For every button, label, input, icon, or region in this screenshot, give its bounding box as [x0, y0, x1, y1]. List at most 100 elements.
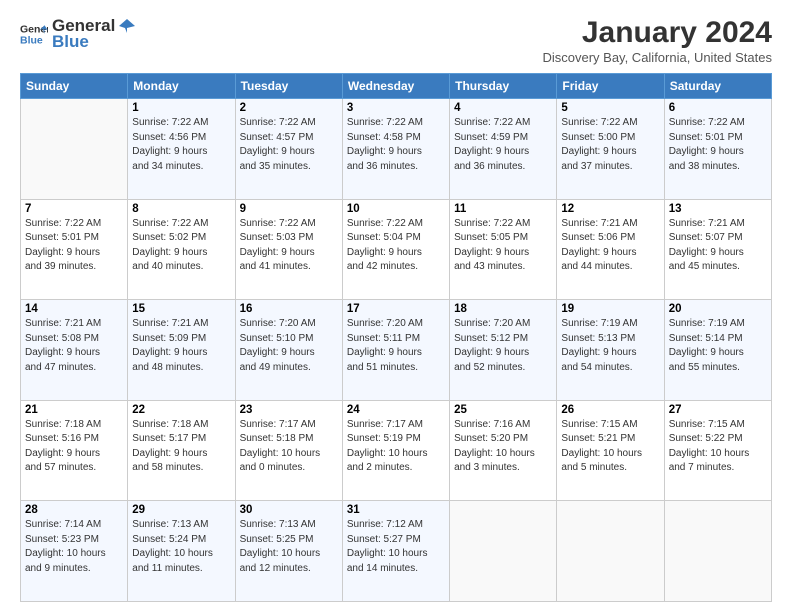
day-info: Sunrise: 7:22 AM Sunset: 4:58 PM Dayligh…	[347, 116, 445, 174]
calendar-cell: 26Sunrise: 7:15 AM Sunset: 5:21 PM Dayli…	[557, 400, 664, 501]
calendar-week-4: 21Sunrise: 7:18 AM Sunset: 5:16 PM Dayli…	[21, 400, 772, 501]
day-number: 2	[240, 102, 338, 114]
calendar-table: SundayMondayTuesdayWednesdayThursdayFrid…	[20, 73, 772, 602]
main-title: January 2024	[542, 16, 772, 50]
day-info: Sunrise: 7:19 AM Sunset: 5:14 PM Dayligh…	[669, 317, 767, 375]
day-number: 28	[25, 504, 123, 516]
calendar-weekday-saturday: Saturday	[664, 74, 771, 99]
calendar-cell: 15 Sunrise: 7:21 AM Sunset: 5:09 PM Dayli…	[128, 300, 235, 401]
calendar-cell: 28 Sunrise: 7:14 AM Sunset: 5:23 PM Dayli…	[21, 501, 128, 602]
day-number: 27	[669, 404, 767, 416]
calendar-week-3: 14 Sunrise: 7:21 AM Sunset: 5:08 PM Dayli…	[21, 300, 772, 401]
day-number: 8	[132, 203, 230, 215]
calendar-week-1: 1 Sunrise: 7:22 AM Sunset: 4:56 PM Daylig…	[21, 99, 772, 200]
calendar-cell: 16Sunrise: 7:20 AM Sunset: 5:10 PM Dayli…	[235, 300, 342, 401]
day-info: Sunrise: 7:22 AM Sunset: 5:01 PM Dayligh…	[669, 116, 767, 174]
day-number: 24	[347, 404, 445, 416]
page: General Blue General Blue January 2024 D…	[0, 0, 792, 612]
calendar-cell: 24 Sunrise: 7:17 AM Sunset: 5:19 PM Dayli…	[342, 400, 449, 501]
svg-text:Blue: Blue	[20, 35, 43, 47]
calendar-cell: 18 Sunrise: 7:20 AM Sunset: 5:12 PM Dayli…	[450, 300, 557, 401]
calendar-cell: 29Sunrise: 7:13 AM Sunset: 5:24 PM Dayli…	[128, 501, 235, 602]
calendar-weekday-monday: Monday	[128, 74, 235, 99]
calendar-cell: 19 Sunrise: 7:19 AM Sunset: 5:13 PM Dayli…	[557, 300, 664, 401]
day-number: 7	[25, 203, 123, 215]
day-number: 20	[669, 303, 767, 315]
calendar-cell: 30Sunrise: 7:13 AM Sunset: 5:25 PM Dayli…	[235, 501, 342, 602]
logo: General Blue General Blue	[20, 16, 135, 52]
day-info: Sunrise: 7:13 AM Sunset: 5:24 PM Dayligh…	[132, 518, 230, 576]
calendar-week-5: 28 Sunrise: 7:14 AM Sunset: 5:23 PM Dayli…	[21, 501, 772, 602]
day-info: Sunrise: 7:19 AM Sunset: 5:13 PM Dayligh…	[561, 317, 659, 375]
day-info: Sunrise: 7:21 AM Sunset: 5:09 PM Dayligh…	[132, 317, 230, 375]
day-info: Sunrise: 7:20 AM Sunset: 5:10 PM Dayligh…	[240, 317, 338, 375]
day-info: Sunrise: 7:17 AM Sunset: 5:19 PM Dayligh…	[347, 418, 445, 476]
day-number: 31	[347, 504, 445, 516]
day-number: 4	[454, 102, 552, 114]
calendar-cell: 31 Sunrise: 7:12 AM Sunset: 5:27 PM Dayli…	[342, 501, 449, 602]
day-number: 12	[561, 203, 659, 215]
day-info: Sunrise: 7:22 AM Sunset: 5:00 PM Dayligh…	[561, 116, 659, 174]
day-number: 10	[347, 203, 445, 215]
calendar-cell: 10 Sunrise: 7:22 AM Sunset: 5:04 PM Dayli…	[342, 199, 449, 300]
calendar-cell: 14 Sunrise: 7:21 AM Sunset: 5:08 PM Dayli…	[21, 300, 128, 401]
logo-icon: General Blue	[20, 20, 48, 48]
day-info: Sunrise: 7:13 AM Sunset: 5:25 PM Dayligh…	[240, 518, 338, 576]
day-number: 14	[25, 303, 123, 315]
day-info: Sunrise: 7:12 AM Sunset: 5:27 PM Dayligh…	[347, 518, 445, 576]
day-info: Sunrise: 7:15 AM Sunset: 5:22 PM Dayligh…	[669, 418, 767, 476]
day-info: Sunrise: 7:21 AM Sunset: 5:06 PM Dayligh…	[561, 217, 659, 275]
calendar-cell: 12 Sunrise: 7:21 AM Sunset: 5:06 PM Dayli…	[557, 199, 664, 300]
calendar-cell: 21Sunrise: 7:18 AM Sunset: 5:16 PM Dayli…	[21, 400, 128, 501]
day-number: 19	[561, 303, 659, 315]
day-info: Sunrise: 7:15 AM Sunset: 5:21 PM Dayligh…	[561, 418, 659, 476]
day-info: Sunrise: 7:22 AM Sunset: 5:05 PM Dayligh…	[454, 217, 552, 275]
day-info: Sunrise: 7:22 AM Sunset: 4:56 PM Dayligh…	[132, 116, 230, 174]
calendar-cell: 22Sunrise: 7:18 AM Sunset: 5:17 PM Dayli…	[128, 400, 235, 501]
calendar-weekday-sunday: Sunday	[21, 74, 128, 99]
day-number: 11	[454, 203, 552, 215]
calendar-cell	[450, 501, 557, 602]
calendar-weekday-tuesday: Tuesday	[235, 74, 342, 99]
calendar-cell: 17 Sunrise: 7:20 AM Sunset: 5:11 PM Dayli…	[342, 300, 449, 401]
sub-title: Discovery Bay, California, United States	[542, 50, 772, 65]
day-info: Sunrise: 7:22 AM Sunset: 5:03 PM Dayligh…	[240, 217, 338, 275]
day-info: Sunrise: 7:17 AM Sunset: 5:18 PM Dayligh…	[240, 418, 338, 476]
day-info: Sunrise: 7:21 AM Sunset: 5:08 PM Dayligh…	[25, 317, 123, 375]
day-info: Sunrise: 7:22 AM Sunset: 4:57 PM Dayligh…	[240, 116, 338, 174]
calendar-weekday-friday: Friday	[557, 74, 664, 99]
calendar-cell: 25Sunrise: 7:16 AM Sunset: 5:20 PM Dayli…	[450, 400, 557, 501]
calendar-cell: 3 Sunrise: 7:22 AM Sunset: 4:58 PM Daylig…	[342, 99, 449, 200]
day-info: Sunrise: 7:21 AM Sunset: 5:07 PM Dayligh…	[669, 217, 767, 275]
logo-arrow-icon	[117, 17, 135, 35]
day-info: Sunrise: 7:22 AM Sunset: 4:59 PM Dayligh…	[454, 116, 552, 174]
day-number: 6	[669, 102, 767, 114]
day-info: Sunrise: 7:22 AM Sunset: 5:04 PM Dayligh…	[347, 217, 445, 275]
calendar-header-row: SundayMondayTuesdayWednesdayThursdayFrid…	[21, 74, 772, 99]
calendar-cell: 23 Sunrise: 7:17 AM Sunset: 5:18 PM Dayli…	[235, 400, 342, 501]
day-number: 3	[347, 102, 445, 114]
day-info: Sunrise: 7:20 AM Sunset: 5:12 PM Dayligh…	[454, 317, 552, 375]
calendar-cell: 9 Sunrise: 7:22 AM Sunset: 5:03 PM Daylig…	[235, 199, 342, 300]
day-info: Sunrise: 7:22 AM Sunset: 5:02 PM Dayligh…	[132, 217, 230, 275]
day-number: 17	[347, 303, 445, 315]
calendar-cell	[21, 99, 128, 200]
day-number: 21	[25, 404, 123, 416]
calendar-week-2: 7Sunrise: 7:22 AM Sunset: 5:01 PM Daylig…	[21, 199, 772, 300]
day-number: 9	[240, 203, 338, 215]
day-number: 18	[454, 303, 552, 315]
calendar-cell: 4 Sunrise: 7:22 AM Sunset: 4:59 PM Daylig…	[450, 99, 557, 200]
day-number: 1	[132, 102, 230, 114]
day-number: 23	[240, 404, 338, 416]
calendar-cell: 6 Sunrise: 7:22 AM Sunset: 5:01 PM Daylig…	[664, 99, 771, 200]
calendar-cell: 11 Sunrise: 7:22 AM Sunset: 5:05 PM Dayli…	[450, 199, 557, 300]
day-number: 15	[132, 303, 230, 315]
day-number: 13	[669, 203, 767, 215]
calendar-weekday-wednesday: Wednesday	[342, 74, 449, 99]
day-info: Sunrise: 7:20 AM Sunset: 5:11 PM Dayligh…	[347, 317, 445, 375]
calendar-cell	[557, 501, 664, 602]
calendar-weekday-thursday: Thursday	[450, 74, 557, 99]
day-info: Sunrise: 7:14 AM Sunset: 5:23 PM Dayligh…	[25, 518, 123, 576]
day-number: 5	[561, 102, 659, 114]
calendar-cell: 5 Sunrise: 7:22 AM Sunset: 5:00 PM Daylig…	[557, 99, 664, 200]
